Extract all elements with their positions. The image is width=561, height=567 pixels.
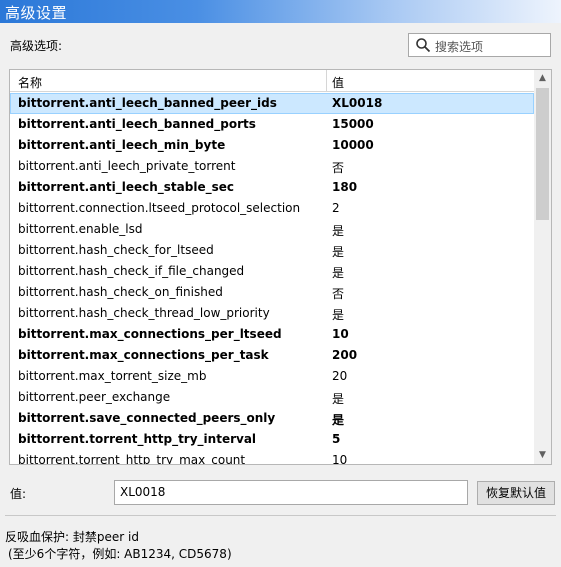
chevron-down-icon[interactable]: ▼ xyxy=(534,447,551,464)
row-value: 是 xyxy=(332,224,345,238)
row-name: bittorrent.torrent_http_try_max_count xyxy=(18,453,246,465)
row-value: 200 xyxy=(332,348,358,362)
table-row[interactable]: bittorrent.anti_leech_min_byte 10000 xyxy=(10,135,534,156)
row-value: 180 xyxy=(332,180,358,194)
table-row[interactable]: bittorrent.enable_lsd 是 xyxy=(10,219,534,240)
row-name: bittorrent.enable_lsd xyxy=(18,222,143,236)
row-name: bittorrent.anti_leech_banned_peer_ids xyxy=(18,96,277,110)
row-value: 2 xyxy=(332,201,340,215)
option-description-hint: (至少6个字符，例如: AB1234, CD5678) xyxy=(8,547,232,561)
row-value: 10 xyxy=(332,327,349,341)
window-title: 高级设置 xyxy=(5,4,68,22)
row-value: 否 xyxy=(332,161,345,175)
table-row[interactable]: bittorrent.hash_check_on_finished 否 xyxy=(10,282,534,303)
row-name: bittorrent.hash_check_for_ltseed xyxy=(18,243,214,257)
row-value: 是 xyxy=(332,392,345,406)
table-row[interactable]: bittorrent.max_torrent_size_mb 20 xyxy=(10,366,534,387)
column-header-name[interactable]: 名称 xyxy=(18,74,42,91)
row-name: bittorrent.peer_exchange xyxy=(18,390,171,404)
column-header-value[interactable]: 值 xyxy=(332,74,344,91)
row-value: 否 xyxy=(332,287,345,301)
row-value: 5 xyxy=(332,432,341,446)
row-name: bittorrent.anti_leech_min_byte xyxy=(18,138,226,152)
table-row[interactable]: bittorrent.save_connected_peers_only 是 xyxy=(10,408,534,429)
table-row[interactable]: bittorrent.hash_check_for_ltseed 是 xyxy=(10,240,534,261)
row-value: 15000 xyxy=(332,117,374,131)
row-value: 是 xyxy=(332,308,345,322)
table-row[interactable]: bittorrent.max_connections_per_task 200 xyxy=(10,345,534,366)
reset-default-button[interactable]: 恢复默认值 xyxy=(477,481,555,505)
table-row[interactable]: bittorrent.connection.ltseed_protocol_se… xyxy=(10,198,534,219)
scrollbar-thumb[interactable] xyxy=(536,88,549,220)
vertical-scrollbar[interactable]: ▲ ▼ xyxy=(534,70,551,464)
table-header: 名称 值 xyxy=(10,70,534,92)
title-bar: 高级设置 xyxy=(0,0,561,23)
search-icon xyxy=(416,38,431,53)
column-separator[interactable] xyxy=(326,70,327,92)
row-value: 10 xyxy=(332,453,348,465)
row-name: bittorrent.max_connections_per_ltseed xyxy=(18,327,282,341)
row-name: bittorrent.max_torrent_size_mb xyxy=(18,369,207,383)
row-name: bittorrent.anti_leech_stable_sec xyxy=(18,180,234,194)
row-name: bittorrent.hash_check_on_finished xyxy=(18,285,223,299)
settings-table: 名称 值 bittorrent.anti_leech_banned_peer_i… xyxy=(9,69,552,465)
row-name: bittorrent.max_connections_per_task xyxy=(18,348,269,362)
advanced-options-label: 高级选项: xyxy=(10,39,63,53)
row-name: bittorrent.save_connected_peers_only xyxy=(18,411,276,425)
row-value: XL0018 xyxy=(332,96,383,110)
row-value: 20 xyxy=(332,369,348,383)
search-input[interactable]: 搜索选项 xyxy=(408,33,551,57)
table-body: bittorrent.anti_leech_banned_peer_ids XL0… xyxy=(10,93,534,465)
value-input[interactable]: XL0018 xyxy=(114,480,468,505)
row-value: 10000 xyxy=(332,138,374,152)
chevron-up-icon[interactable]: ▲ xyxy=(534,70,551,87)
table-row[interactable]: bittorrent.anti_leech_private_torrent 否 xyxy=(10,156,534,177)
option-description: 反吸血保护: 封禁peer id xyxy=(5,530,139,544)
table-row[interactable]: bittorrent.peer_exchange 是 xyxy=(10,387,534,408)
table-row[interactable]: bittorrent.anti_leech_banned_peer_ids XL0… xyxy=(10,93,534,114)
table-row[interactable]: bittorrent.hash_check_if_file_changed 是 xyxy=(10,261,534,282)
row-value: 是 xyxy=(332,413,345,427)
row-name: bittorrent.torrent_http_try_interval xyxy=(18,432,257,446)
table-row[interactable]: bittorrent.max_connections_per_ltseed 10 xyxy=(10,324,534,345)
search-placeholder: 搜索选项 xyxy=(435,40,484,54)
table-row[interactable]: bittorrent.torrent_http_try_max_count 10 xyxy=(10,450,534,465)
row-name: bittorrent.hash_check_if_file_changed xyxy=(18,264,245,278)
row-name: bittorrent.connection.ltseed_protocol_se… xyxy=(18,201,301,215)
row-value: 是 xyxy=(332,245,345,259)
value-label: 值: xyxy=(10,487,27,501)
table-row[interactable]: bittorrent.anti_leech_stable_sec 180 xyxy=(10,177,534,198)
table-row[interactable]: bittorrent.anti_leech_banned_ports 15000 xyxy=(10,114,534,135)
row-name: bittorrent.anti_leech_banned_ports xyxy=(18,117,256,131)
row-name: bittorrent.hash_check_thread_low_priorit… xyxy=(18,306,270,320)
divider xyxy=(5,515,556,516)
row-value: 是 xyxy=(332,266,345,280)
row-name: bittorrent.anti_leech_private_torrent xyxy=(18,159,236,173)
table-row[interactable]: bittorrent.hash_check_thread_low_priorit… xyxy=(10,303,534,324)
table-row[interactable]: bittorrent.torrent_http_try_interval 5 xyxy=(10,429,534,450)
